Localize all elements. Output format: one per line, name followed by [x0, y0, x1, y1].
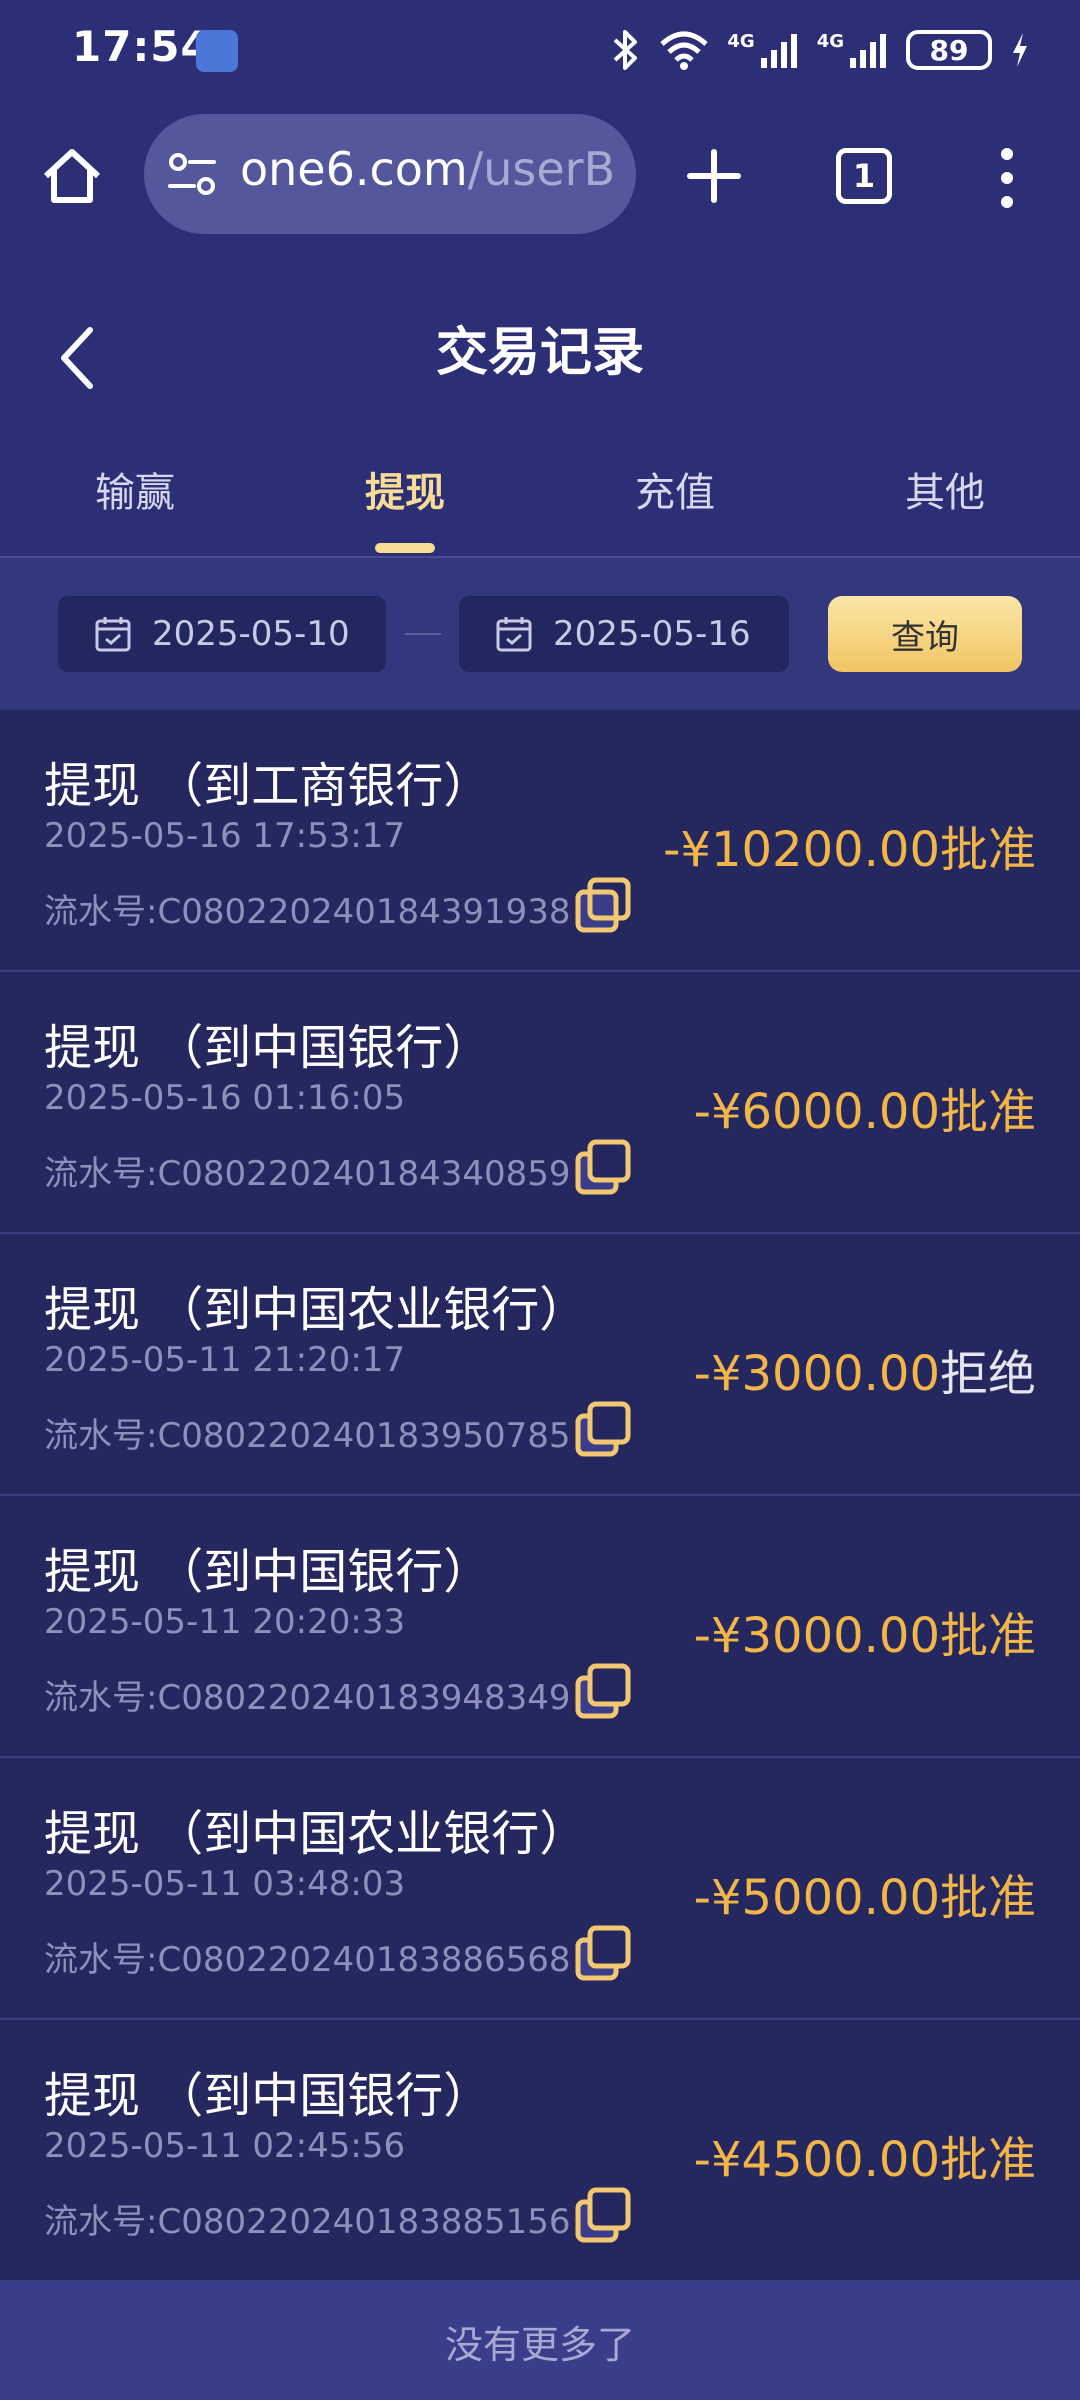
- copy-icon[interactable]: [572, 1136, 634, 1198]
- tab-win-loss[interactable]: 输赢: [0, 460, 270, 518]
- url-path: /userB: [467, 142, 616, 196]
- calendar-icon: [496, 617, 532, 652]
- record-serial: 流水号:C080220240184340859: [44, 1154, 571, 1194]
- charging-icon: [1013, 33, 1027, 67]
- record-status: 批准: [939, 822, 1036, 878]
- copy-icon[interactable]: [572, 2184, 634, 2246]
- network-label: 4G: [727, 30, 755, 52]
- record-time: 2025-05-16 01:16:05: [44, 1078, 406, 1118]
- status-time: 17:54: [72, 22, 211, 71]
- record-status: 批准: [939, 1084, 1036, 1140]
- list-item[interactable]: 提现 （到中国银行） 2025-05-16 01:16:05 流水号:C0802…: [0, 972, 1080, 1234]
- record-amount-status: -¥4500.00批准: [694, 2120, 1036, 2190]
- record-amount: -¥4500.00: [693, 2132, 940, 2188]
- no-more-footer: 没有更多了: [0, 2282, 1080, 2400]
- notification-app-icon: [196, 30, 238, 72]
- record-time: 2025-05-11 02:45:56: [44, 2126, 406, 2166]
- copy-icon[interactable]: [572, 1922, 634, 1984]
- start-date-field[interactable]: 2025-05-10: [58, 596, 386, 672]
- date-range-separator: [405, 633, 441, 635]
- record-amount-status: -¥3000.00批准: [694, 1596, 1036, 1666]
- record-amount: -¥3000.00: [693, 1608, 940, 1664]
- list-item[interactable]: 提现 （到中国农业银行） 2025-05-11 21:20:17 流水号:C08…: [0, 1234, 1080, 1496]
- status-icons: 4G 4G 89: [611, 22, 1030, 78]
- end-date-value: 2025-05-16: [553, 614, 751, 654]
- network-label: 4G: [816, 30, 844, 52]
- record-serial: 流水号:C080220240183885156: [44, 2202, 571, 2242]
- record-amount: -¥6000.00: [693, 1084, 940, 1140]
- site-settings-icon[interactable]: [166, 148, 218, 200]
- tab-withdraw[interactable]: 提现: [270, 460, 540, 518]
- record-status: 批准: [939, 1608, 1036, 1664]
- page-header: 交易记录 输赢 提现 充值 其他: [0, 260, 1080, 558]
- browser-toolbar: one6.com/userB 1: [0, 100, 1080, 260]
- record-amount: -¥5000.00: [693, 1870, 940, 1926]
- status-bar: 17:54 4G 4G 89: [0, 0, 1080, 100]
- tab-other[interactable]: 其他: [810, 460, 1080, 518]
- new-tab-icon[interactable]: [680, 142, 748, 210]
- record-time: 2025-05-11 21:20:17: [44, 1340, 406, 1380]
- record-time: 2025-05-11 03:48:03: [44, 1864, 406, 1904]
- record-status: 拒绝: [939, 1346, 1036, 1402]
- url-text[interactable]: one6.com/userB: [240, 142, 615, 196]
- page-title: 交易记录: [435, 323, 644, 383]
- record-title: 提现 （到工商银行）: [44, 758, 492, 814]
- record-amount-status: -¥3000.00拒绝: [694, 1334, 1036, 1404]
- battery-level: 89: [929, 33, 969, 67]
- copy-icon[interactable]: [572, 874, 634, 936]
- record-title: 提现 （到中国银行）: [44, 2068, 492, 2124]
- tab-count: 1: [852, 157, 876, 195]
- calendar-icon: [95, 617, 131, 652]
- copy-icon[interactable]: [572, 1398, 634, 1460]
- signal-icon: [760, 34, 797, 68]
- record-amount-status: -¥6000.00批准: [694, 1072, 1036, 1142]
- tab-deposit[interactable]: 充值: [540, 460, 810, 518]
- record-serial: 流水号:C080220240183948349: [44, 1678, 571, 1718]
- record-amount: -¥3000.00: [693, 1346, 940, 1402]
- record-serial: 流水号:C080220240183950785: [44, 1416, 571, 1456]
- record-title: 提现 （到中国银行）: [44, 1544, 492, 1600]
- record-serial: 流水号:C080220240184391938: [44, 892, 571, 932]
- end-date-field[interactable]: 2025-05-16: [459, 596, 789, 672]
- record-title: 提现 （到中国银行）: [44, 1020, 492, 1076]
- record-title: 提现 （到中国农业银行）: [44, 1806, 588, 1862]
- record-time: 2025-05-11 20:20:33: [44, 1602, 406, 1642]
- home-icon[interactable]: [38, 142, 106, 210]
- record-status: 批准: [939, 1870, 1036, 1926]
- wifi-icon: [660, 31, 709, 70]
- date-filter: 2025-05-10 2025-05-16 查询: [0, 558, 1080, 710]
- bluetooth-icon: [614, 30, 638, 70]
- record-amount: -¥10200.00: [663, 822, 940, 878]
- record-title: 提现 （到中国农业银行）: [44, 1282, 588, 1338]
- record-time: 2025-05-16 17:53:17: [44, 816, 406, 856]
- battery-icon: 89: [906, 30, 992, 70]
- record-amount-status: -¥10200.00批准: [663, 810, 1036, 880]
- transaction-list: 提现 （到工商银行） 2025-05-16 17:53:17 流水号:C0802…: [0, 710, 1080, 2282]
- tab-switcher-button[interactable]: 1: [836, 148, 892, 204]
- list-item[interactable]: 提现 （到中国银行） 2025-05-11 20:20:33 流水号:C0802…: [0, 1496, 1080, 1758]
- query-button[interactable]: 查询: [828, 596, 1022, 672]
- list-item[interactable]: 提现 （到中国银行） 2025-05-11 02:45:56 流水号:C0802…: [0, 2020, 1080, 2282]
- address-bar[interactable]: one6.com/userB: [144, 114, 636, 234]
- active-tab-indicator: [375, 543, 435, 553]
- start-date-value: 2025-05-10: [152, 614, 350, 654]
- signal-icon: [850, 34, 886, 68]
- more-menu-icon[interactable]: [984, 144, 1030, 212]
- copy-icon[interactable]: [572, 1660, 634, 1722]
- record-amount-status: -¥5000.00批准: [694, 1858, 1036, 1928]
- list-item[interactable]: 提现 （到工商银行） 2025-05-16 17:53:17 流水号:C0802…: [0, 710, 1080, 972]
- list-item[interactable]: 提现 （到中国农业银行） 2025-05-11 03:48:03 流水号:C08…: [0, 1758, 1080, 2020]
- url-host: one6.com: [240, 142, 468, 196]
- record-serial: 流水号:C080220240183886568: [44, 1940, 571, 1980]
- record-status: 批准: [939, 2132, 1036, 2188]
